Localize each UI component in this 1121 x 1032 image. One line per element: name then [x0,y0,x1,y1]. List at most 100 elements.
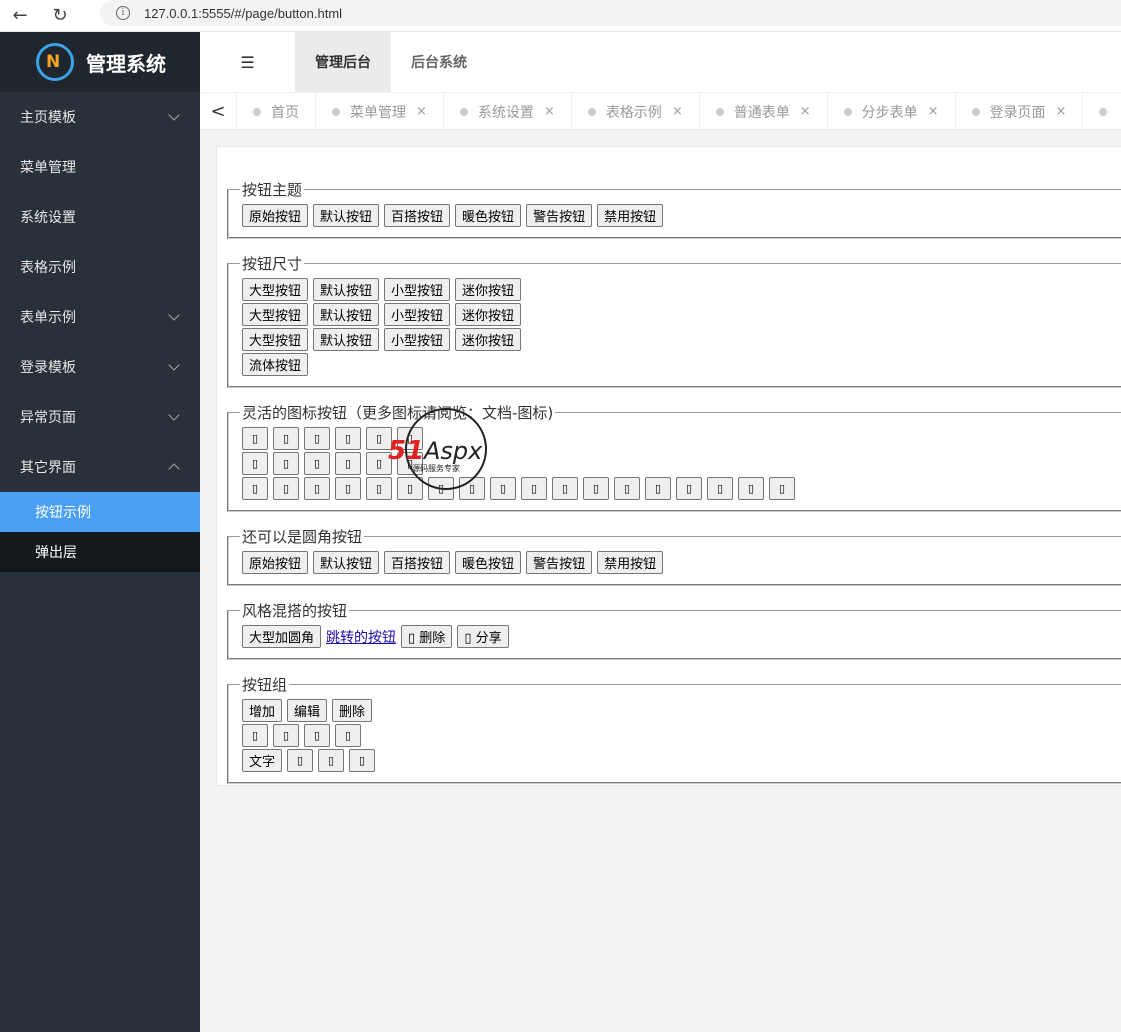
edit-button[interactable]: 编辑 [287,699,328,722]
chevron-left-icon[interactable]: < [200,93,237,129]
page-tab-menu-manage[interactable]: 菜单管理 × [316,93,444,129]
close-icon[interactable]: × [416,104,427,119]
menu-toggle-icon[interactable]: ☰ [200,32,295,92]
small-button[interactable]: 小型按钮 [384,328,451,351]
tab-backend-system[interactable]: 后台系统 [391,32,487,92]
sidebar-item-form-example[interactable]: 表单示例 [0,292,200,342]
close-icon[interactable]: × [800,104,811,119]
icon-button[interactable]: ▯ [335,724,361,747]
icon-button[interactable]: ▯ [676,477,702,500]
back-icon[interactable]: ← [0,0,40,32]
icon-button[interactable]: ▯ [552,477,578,500]
default-button[interactable]: 默认按钮 [313,551,380,574]
default-size-button[interactable]: 默认按钮 [313,278,380,301]
icon-button[interactable]: ▯ [707,477,733,500]
icon-button[interactable]: ▯ [583,477,609,500]
large-button[interactable]: 大型按钮 [242,278,309,301]
mini-button[interactable]: 迷你按钮 [455,303,522,326]
default-button[interactable]: 默认按钮 [313,204,380,227]
normal-button[interactable]: 百搭按钮 [384,551,451,574]
sidebar-subitem-button-example[interactable]: 按钮示例 [0,492,200,532]
icon-button[interactable]: ▯ [335,477,361,500]
icon-button[interactable]: ▯ [242,477,268,500]
button-row: 大型加圆角 跳转的按钮 ▯ 删除 ▯ 分享 [242,625,1121,648]
mini-button[interactable]: 迷你按钮 [455,328,522,351]
page-tab-system-settings[interactable]: 系统设置 × [444,93,572,129]
mini-button[interactable]: 迷你按钮 [455,278,522,301]
address-bar[interactable]: i 127.0.0.1:5555/#/page/button.html [100,0,1121,26]
icon-button[interactable]: ▯ [242,427,268,450]
icon-button[interactable]: ▯ [335,452,361,475]
share-button[interactable]: ▯ 分享 [457,625,509,648]
icon-button[interactable]: ▯ [273,427,299,450]
icon-button[interactable]: ▯ [304,452,330,475]
sidebar-item-menu-manage[interactable]: 菜单管理 [0,142,200,192]
sidebar-item-error-pages[interactable]: 异常页面 [0,392,200,442]
warm-button[interactable]: 暖色按钮 [455,204,522,227]
icon-button[interactable]: ▯ [645,477,671,500]
large-button[interactable]: 大型按钮 [242,303,309,326]
icon-button[interactable]: ▯ [349,749,376,772]
normal-button[interactable]: 百搭按钮 [384,204,451,227]
danger-button[interactable]: 警告按钮 [526,551,593,574]
close-icon[interactable]: × [928,104,939,119]
default-size-button[interactable]: 默认按钮 [313,328,380,351]
default-size-button[interactable]: 默认按钮 [313,303,380,326]
icon-button[interactable]: ▯ [614,477,640,500]
icon-button[interactable]: ▯ [242,724,268,747]
button-row: 大型按钮 默认按钮 小型按钮 迷你按钮 [242,303,1121,326]
icon-button[interactable]: ▯ [738,477,764,500]
icon-button[interactable]: ▯ [273,477,299,500]
small-button[interactable]: 小型按钮 [384,278,451,301]
sidebar-item-home-template[interactable]: 主页模板 [0,92,200,142]
page-tab-home[interactable]: 首页 [237,93,316,129]
warm-button[interactable]: 暖色按钮 [455,551,522,574]
icon-button[interactable]: ▯ [335,427,361,450]
disabled-button[interactable]: 禁用按钮 [597,551,664,574]
large-button[interactable]: 大型按钮 [242,328,309,351]
jump-link-button[interactable]: 跳转的按钮 [326,625,396,648]
page-tab-normal-form[interactable]: 普通表单 × [700,93,828,129]
sidebar-item-other-ui[interactable]: 其它界面 [0,442,200,492]
sidebar-item-login-template[interactable]: 登录模板 [0,342,200,392]
icon-button[interactable]: ▯ [304,427,330,450]
icon-button[interactable]: ▯ [287,749,314,772]
sidebar-item-table-example[interactable]: 表格示例 [0,242,200,292]
disabled-button[interactable]: 禁用按钮 [597,204,664,227]
primary-button[interactable]: 原始按钮 [242,551,309,574]
icon-button[interactable]: ▯ [769,477,795,500]
dot-icon [1099,107,1108,116]
sidebar-subitem-popup[interactable]: 弹出层 [0,532,200,572]
page-tab-table-example[interactable]: 表格示例 × [572,93,700,129]
section-button-group: 按钮组 增加 编辑 删除 ▯ ▯ ▯ ▯ 文字 ▯ ▯ ▯ [227,674,1121,784]
primary-button[interactable]: 原始按钮 [242,204,309,227]
close-icon[interactable]: × [544,104,555,119]
danger-button[interactable]: 警告按钮 [526,204,593,227]
small-button[interactable]: 小型按钮 [384,303,451,326]
page-tab-login-page[interactable]: 登录页面 × [956,93,1084,129]
button-row: 大型按钮 默认按钮 小型按钮 迷你按钮 [242,328,1121,351]
watermark-text-aspx: Aspx [422,437,483,465]
tab-admin-backend[interactable]: 管理后台 [295,32,391,92]
reload-icon[interactable]: ↻ [40,0,80,32]
icon-button[interactable]: ▯ [521,477,547,500]
page-tab-overflow[interactable] [1083,93,1121,129]
delete-button[interactable]: 删除 [332,699,373,722]
sidebar-item-system-settings[interactable]: 系统设置 [0,192,200,242]
fluid-button[interactable]: 流体按钮 [242,353,309,376]
delete-button[interactable]: ▯ 删除 [401,625,453,648]
page-tab-step-form[interactable]: 分步表单 × [828,93,956,129]
icon-button[interactable]: ▯ [318,749,345,772]
add-button[interactable]: 增加 [242,699,283,722]
icon-button[interactable]: ▯ [273,724,299,747]
icon-button[interactable]: ▯ [304,724,330,747]
close-icon[interactable]: × [672,104,683,119]
icon-button[interactable]: ▯ [242,452,268,475]
close-icon[interactable]: × [1056,104,1067,119]
big-radius-button[interactable]: 大型加圆角 [242,625,322,648]
site-info-icon[interactable]: i [116,6,130,20]
icon-button[interactable]: ▯ [304,477,330,500]
dot-icon [459,107,468,116]
icon-button[interactable]: ▯ [273,452,299,475]
text-button[interactable]: 文字 [242,749,283,772]
